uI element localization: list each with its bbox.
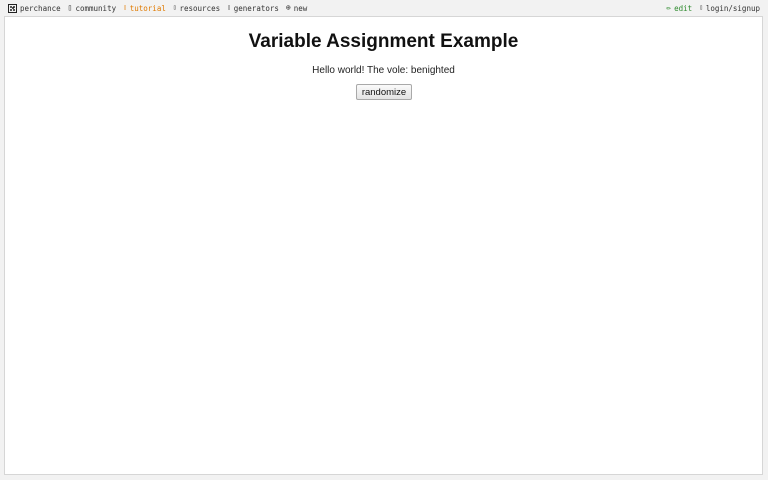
nav-item-tutorial[interactable]: ▯ tutorial — [123, 4, 166, 13]
nav-item-login[interactable]: ▯ login/signup — [699, 4, 760, 13]
user-icon: ▯ — [699, 4, 703, 11]
nav-item-generators[interactable]: ▯ generators — [227, 4, 279, 13]
nav-item-edit[interactable]: ✏ edit — [666, 4, 692, 13]
nav-item-new[interactable]: ⊕ new — [286, 4, 307, 13]
toolbox-icon: ▯ — [172, 4, 177, 11]
randomize-button[interactable]: randomize — [356, 84, 412, 100]
nav-label-new: new — [293, 3, 308, 13]
nav-item-resources[interactable]: ▯ resources — [173, 4, 220, 13]
nav-label-edit: edit — [674, 3, 693, 13]
nav-right: ✏ edit ▯ login/signup — [666, 4, 760, 13]
nav-label-perchance: perchance — [20, 3, 61, 13]
nav-left: perchance ▯ community ▯ tutorial ▯ resou… — [8, 3, 307, 13]
nav-label-generators: generators — [233, 3, 279, 13]
die-icon — [8, 3, 17, 13]
gear-icon: ▯ — [227, 4, 231, 11]
nav-label-community: community — [75, 3, 117, 13]
book-icon: ▯ — [123, 4, 127, 11]
plus-circle-icon: ⊕ — [285, 3, 291, 12]
generator-output-text: Hello world! The vole: benighted — [312, 65, 455, 76]
nav-label-tutorial: tutorial — [129, 3, 166, 13]
chat-icon: ▯ — [67, 3, 73, 12]
generator-output-frame: Variable Assignment Example Hello world!… — [4, 16, 763, 475]
page-title: Variable Assignment Example — [248, 31, 519, 52]
nav-label-login: login/signup — [705, 3, 760, 13]
nav-label-resources: resources — [179, 3, 221, 13]
pencil-icon: ✏ — [666, 3, 672, 12]
nav-item-perchance[interactable]: perchance — [8, 3, 61, 13]
top-nav-bar: perchance ▯ community ▯ tutorial ▯ resou… — [0, 0, 768, 16]
nav-item-community[interactable]: ▯ community — [68, 4, 116, 13]
